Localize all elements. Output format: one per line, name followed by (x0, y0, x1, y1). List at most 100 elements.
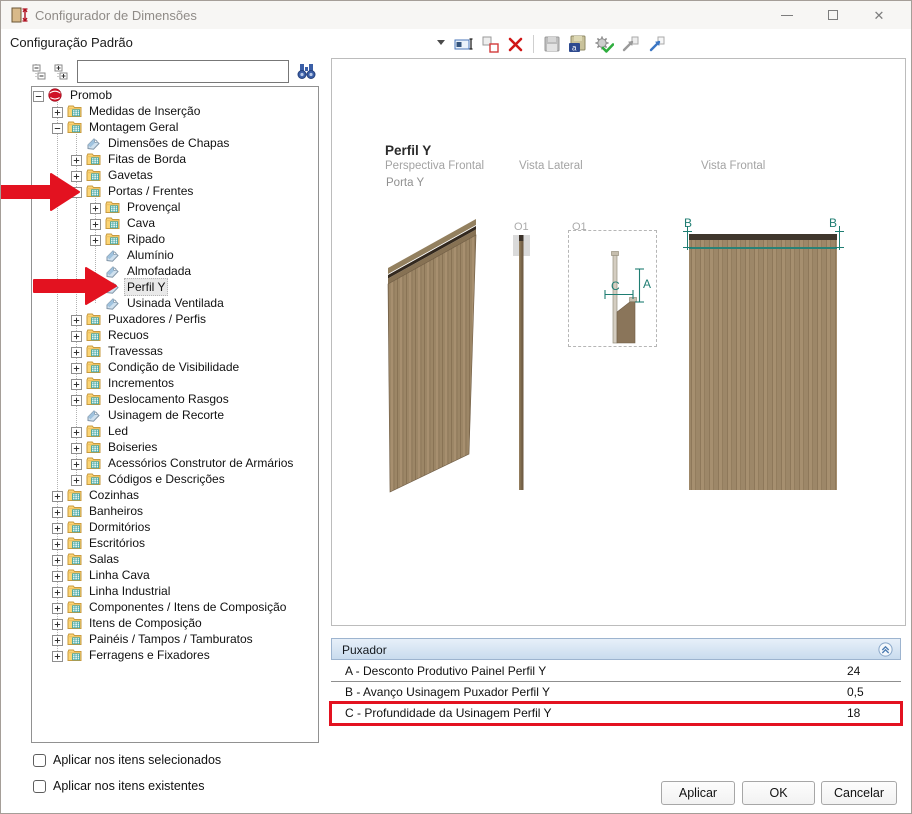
tree-item[interactable]: Portas / Frentes (32, 183, 318, 199)
ok-button[interactable]: OK (742, 781, 815, 805)
tree-item[interactable]: Usinada Ventilada (32, 295, 318, 311)
expand-toggle[interactable] (52, 650, 63, 661)
tree-item[interactable]: Dormitórios (32, 519, 318, 535)
expand-toggle[interactable] (71, 362, 82, 373)
tree-item[interactable]: Recuos (32, 327, 318, 343)
collapse-all-icon[interactable] (32, 62, 48, 80)
property-value[interactable]: 24 (847, 661, 860, 682)
property-value[interactable]: 18 (847, 703, 860, 724)
tree-item[interactable]: Perfil Y (32, 279, 318, 295)
checkbox-icon[interactable] (33, 754, 46, 767)
property-row[interactable]: B - Avanço Usinagem Puxador Perfil Y0,5 (331, 682, 901, 703)
copy-config-button[interactable] (479, 34, 500, 55)
apply-selected-checkbox-row[interactable]: Aplicar nos itens selecionados (33, 753, 221, 767)
tree-item[interactable]: Puxadores / Perfis (32, 311, 318, 327)
tree-item[interactable]: Gavetas (32, 167, 318, 183)
checkbox-icon[interactable] (33, 780, 46, 793)
expand-toggle[interactable] (71, 394, 82, 405)
apply-config-button[interactable] (593, 34, 614, 55)
expand-toggle[interactable] (52, 634, 63, 645)
property-row[interactable]: A - Desconto Produtivo Painel Perfil Y24 (331, 661, 901, 682)
cancel-button[interactable]: Cancelar (821, 781, 897, 805)
expand-toggle[interactable] (52, 122, 63, 133)
save-button[interactable] (541, 34, 562, 55)
search-binoculars-icon[interactable] (296, 61, 317, 80)
properties-header[interactable]: Puxador (331, 638, 901, 660)
tree-item[interactable]: Cava (32, 215, 318, 231)
export-config-button[interactable] (645, 34, 666, 55)
tree-item[interactable]: Medidas de Inserção (32, 103, 318, 119)
expand-toggle[interactable] (52, 538, 63, 549)
tree-item[interactable]: Provençal (32, 199, 318, 215)
expand-toggle[interactable] (52, 506, 63, 517)
expand-toggle[interactable] (71, 458, 82, 469)
tree-item[interactable]: Incrementos (32, 375, 318, 391)
apply-existing-checkbox-row[interactable]: Aplicar nos itens existentes (33, 779, 204, 793)
tree-item[interactable]: Componentes / Itens de Composição (32, 599, 318, 615)
chevron-down-icon[interactable] (437, 40, 445, 45)
tree-item[interactable]: Usinagem de Recorte (32, 407, 318, 423)
expand-toggle[interactable] (71, 346, 82, 357)
tree-item[interactable]: Linha Cava (32, 567, 318, 583)
tree-item[interactable]: Promob (32, 87, 318, 103)
tree-item[interactable]: Ripado (32, 231, 318, 247)
tree-item[interactable]: Itens de Composição (32, 615, 318, 631)
property-value[interactable]: 0,5 (847, 682, 864, 703)
tree-item[interactable]: Boiseries (32, 439, 318, 455)
property-label: C - Profundidade da Usinagem Perfil Y (345, 703, 552, 724)
tree-item[interactable]: Escritórios (32, 535, 318, 551)
tree-search-input[interactable] (77, 60, 289, 83)
config-selector[interactable]: Configuração Padrão (10, 35, 133, 50)
maximize-button[interactable] (813, 1, 853, 29)
collapse-section-icon[interactable] (878, 642, 893, 657)
expand-toggle[interactable] (52, 490, 63, 501)
tree-item[interactable]: Travessas (32, 343, 318, 359)
tree-item[interactable]: Painéis / Tampos / Tamburatos (32, 631, 318, 647)
tree-item[interactable]: Almofadada (32, 263, 318, 279)
expand-toggle[interactable] (33, 90, 44, 101)
expand-toggle[interactable] (52, 602, 63, 613)
expand-toggle[interactable] (71, 442, 82, 453)
tree-item[interactable]: Cozinhas (32, 487, 318, 503)
tree-item[interactable]: Códigos e Descrições (32, 471, 318, 487)
expand-toggle[interactable] (71, 474, 82, 485)
rename-config-button[interactable] (453, 34, 474, 55)
delete-config-button[interactable] (505, 34, 526, 55)
tree-item[interactable]: Condição de Visibilidade (32, 359, 318, 375)
property-row[interactable]: C - Profundidade da Usinagem Perfil Y 18 (331, 703, 901, 724)
expand-toggle[interactable] (90, 202, 101, 213)
tree-item[interactable]: Fitas de Borda (32, 151, 318, 167)
tree-item[interactable]: Acessórios Construtor de Armários (32, 455, 318, 471)
minimize-button[interactable] (767, 1, 807, 29)
expand-toggle[interactable] (71, 426, 82, 437)
tree-item[interactable]: Led (32, 423, 318, 439)
expand-toggle[interactable] (52, 554, 63, 565)
expand-toggle[interactable] (52, 618, 63, 629)
tree-item[interactable]: Montagem Geral (32, 119, 318, 135)
expand-toggle[interactable] (90, 234, 101, 245)
expand-toggle[interactable] (71, 154, 82, 165)
tree-item[interactable]: Dimensões de Chapas (32, 135, 318, 151)
tree-item[interactable]: Deslocamento Rasgos (32, 391, 318, 407)
expand-toggle[interactable] (71, 314, 82, 325)
tree-item[interactable]: Salas (32, 551, 318, 567)
folder-icon (67, 569, 82, 582)
expand-all-icon[interactable] (54, 62, 70, 80)
expand-toggle[interactable] (52, 570, 63, 581)
expand-toggle[interactable] (71, 330, 82, 341)
tree-item[interactable]: Ferragens e Fixadores (32, 647, 318, 663)
expand-toggle[interactable] (52, 106, 63, 117)
tree-item[interactable]: Linha Industrial (32, 583, 318, 599)
close-button[interactable]: ✕ (859, 1, 899, 29)
apply-button[interactable]: Aplicar (661, 781, 735, 805)
expand-toggle[interactable] (52, 586, 63, 597)
expand-toggle[interactable] (71, 378, 82, 389)
expand-toggle[interactable] (52, 522, 63, 533)
tree-item[interactable]: Alumínio (32, 247, 318, 263)
expand-toggle[interactable] (71, 170, 82, 181)
save-as-button[interactable]: a (567, 34, 588, 55)
import-config-button[interactable] (619, 34, 640, 55)
expand-toggle[interactable] (71, 186, 82, 197)
tree-item[interactable]: Banheiros (32, 503, 318, 519)
expand-toggle[interactable] (90, 218, 101, 229)
